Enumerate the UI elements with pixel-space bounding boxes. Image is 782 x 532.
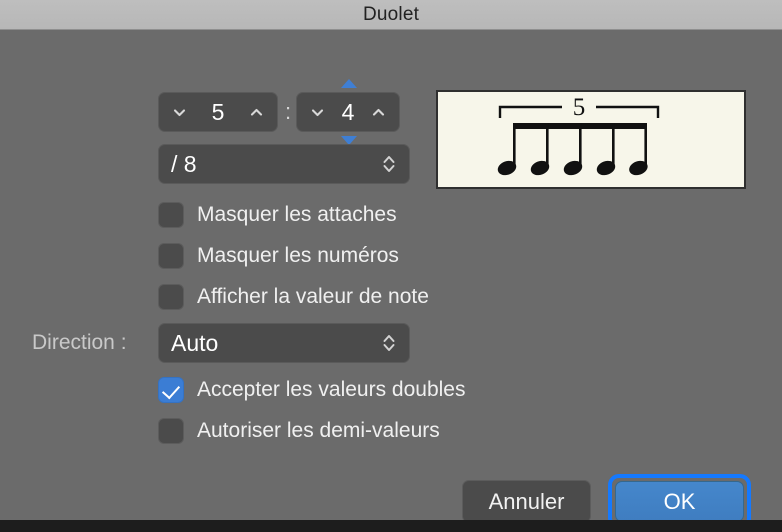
checkbox-hide-hooks[interactable] — [158, 202, 184, 228]
direction-popup-button[interactable]: Auto — [158, 323, 410, 363]
checkbox-label-accept-double-values: Accepter les valeurs doubles — [197, 378, 466, 401]
checkbox-row-allow-half-values[interactable]: Autoriser les demi-valeurs — [158, 416, 440, 446]
tuplet-preview-notation: 5 — [497, 94, 660, 176]
ok-button[interactable]: OK — [615, 481, 744, 522]
tuplet-count-value: 5 — [211, 98, 225, 125]
checkbox-row-hide-numbers[interactable]: Masquer les numéros — [158, 241, 399, 271]
chevron-down-icon[interactable] — [309, 104, 326, 121]
ratio-separator: : — [284, 99, 292, 124]
checkbox-label-hide-hooks: Masquer les attaches — [197, 203, 397, 226]
tuplet-count-stepper[interactable]: 5 — [158, 92, 278, 132]
direction-label: Direction : — [32, 331, 127, 354]
window-bottom-edge — [0, 520, 782, 532]
chevron-up-down-icon[interactable] — [381, 330, 397, 356]
checkbox-hide-numbers[interactable] — [158, 243, 184, 269]
window-title: Duolet — [362, 3, 420, 25]
denominator-popup-button[interactable]: / 8 — [158, 144, 410, 184]
tuplet-preview: 5 — [436, 90, 746, 189]
checkbox-label-allow-half-values: Autoriser les demi-valeurs — [197, 419, 440, 442]
chevron-up-icon[interactable] — [248, 104, 265, 121]
tuplet-number-label: 5 — [573, 94, 586, 121]
chevron-down-icon[interactable] — [171, 104, 188, 121]
tuplet-base-value: 4 — [341, 98, 355, 125]
checkbox-show-note-value[interactable] — [158, 284, 184, 310]
checkbox-row-accept-double-values[interactable]: Accepter les valeurs doubles — [158, 375, 465, 405]
chevron-up-icon[interactable] — [370, 104, 387, 121]
checkbox-row-show-note-value[interactable]: Afficher la valeur de note — [158, 282, 429, 312]
chevron-up-down-icon[interactable] — [381, 151, 397, 177]
checkbox-accept-double-values[interactable] — [158, 377, 184, 403]
checkbox-allow-half-values[interactable] — [158, 418, 184, 444]
duolet-dialog: Duolet 5 : 4 / 8 5 Masquer les attaches … — [0, 0, 782, 532]
checkbox-label-show-note-value: Afficher la valeur de note — [197, 285, 429, 308]
titlebar[interactable]: Duolet — [0, 0, 782, 30]
tuplet-base-stepper[interactable]: 4 — [296, 92, 400, 132]
checkbox-label-hide-numbers: Masquer les numéros — [197, 244, 399, 267]
triangle-up-icon[interactable] — [341, 79, 357, 88]
cancel-button[interactable]: Annuler — [462, 480, 591, 523]
dialog-body: 5 : 4 / 8 5 Masquer les attaches Masquer… — [0, 30, 782, 529]
checkbox-row-hide-hooks[interactable]: Masquer les attaches — [158, 200, 397, 230]
direction-value: Auto — [171, 329, 219, 356]
denominator-value: / 8 — [171, 150, 197, 177]
